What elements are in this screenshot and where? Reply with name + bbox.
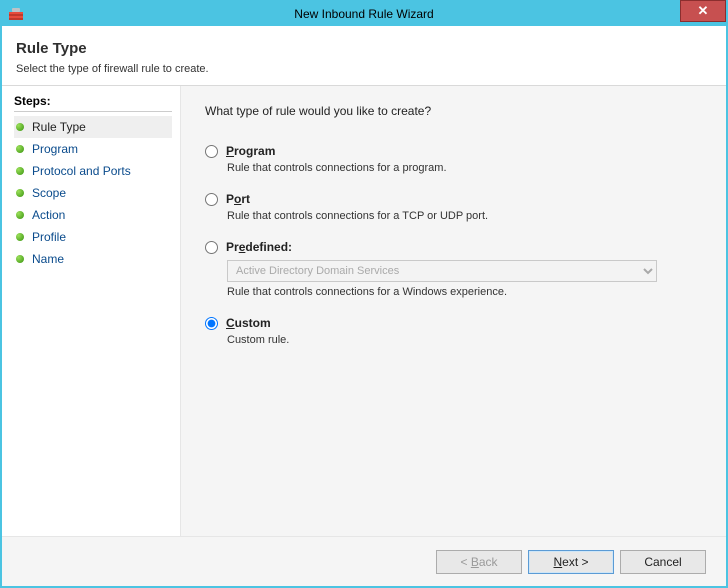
bullet-icon — [16, 123, 24, 131]
option-custom: Custom Custom rule. — [205, 316, 702, 346]
predefined-select[interactable]: Active Directory Domain Services — [227, 260, 657, 282]
step-profile[interactable]: Profile — [14, 226, 180, 248]
option-custom-label: Custom — [226, 316, 271, 330]
steps-list: Rule Type Program Protocol and Ports Sco… — [14, 116, 180, 270]
rule-type-options: Program Rule that controls connections f… — [205, 144, 702, 346]
wizard-window: New Inbound Rule Wizard ✕ Rule Type Sele… — [0, 0, 728, 588]
option-program-row[interactable]: Program — [205, 144, 702, 158]
radio-predefined[interactable] — [205, 241, 218, 254]
wizard-body: Steps: Rule Type Program Protocol and Po… — [2, 86, 726, 536]
option-port-desc: Rule that controls connections for a TCP… — [227, 210, 702, 222]
predefined-select-wrap: Active Directory Domain Services — [227, 260, 702, 282]
step-name[interactable]: Name — [14, 248, 180, 270]
wizard-footer: < Back Next > Cancel — [2, 536, 726, 586]
option-program-label: Program — [226, 144, 275, 158]
step-label: Scope — [32, 186, 66, 200]
step-action[interactable]: Action — [14, 204, 180, 226]
titlebar: New Inbound Rule Wizard ✕ — [2, 2, 726, 26]
steps-sidebar: Steps: Rule Type Program Protocol and Po… — [2, 86, 180, 536]
option-program: Program Rule that controls connections f… — [205, 144, 702, 174]
step-label: Program — [32, 142, 78, 156]
step-protocol-ports[interactable]: Protocol and Ports — [14, 160, 180, 182]
radio-custom[interactable] — [205, 317, 218, 330]
step-label: Profile — [32, 230, 66, 244]
step-label: Action — [32, 208, 65, 222]
cancel-button[interactable]: Cancel — [620, 550, 706, 574]
step-label: Rule Type — [32, 120, 86, 134]
bullet-icon — [16, 189, 24, 197]
option-predefined-label: Predefined: — [226, 240, 292, 254]
close-icon: ✕ — [698, 3, 709, 19]
option-custom-row[interactable]: Custom — [205, 316, 702, 330]
wizard-content: What type of rule would you like to crea… — [180, 86, 726, 536]
bullet-icon — [16, 145, 24, 153]
radio-program[interactable] — [205, 145, 218, 158]
option-predefined-row[interactable]: Predefined: — [205, 240, 702, 254]
option-predefined-desc: Rule that controls connections for a Win… — [227, 286, 702, 298]
option-port: Port Rule that controls connections for … — [205, 192, 702, 222]
content-question: What type of rule would you like to crea… — [205, 104, 702, 118]
option-custom-desc: Custom rule. — [227, 334, 702, 346]
option-port-row[interactable]: Port — [205, 192, 702, 206]
option-program-desc: Rule that controls connections for a pro… — [227, 162, 702, 174]
bullet-icon — [16, 211, 24, 219]
step-program[interactable]: Program — [14, 138, 180, 160]
option-port-label: Port — [226, 192, 250, 206]
bullet-icon — [16, 167, 24, 175]
next-button[interactable]: Next > — [528, 550, 614, 574]
bullet-icon — [16, 233, 24, 241]
step-label: Name — [32, 252, 64, 266]
window-title: New Inbound Rule Wizard — [2, 7, 726, 21]
step-label: Protocol and Ports — [32, 164, 131, 178]
steps-heading: Steps: — [14, 94, 172, 112]
back-button[interactable]: < Back — [436, 550, 522, 574]
bullet-icon — [16, 255, 24, 263]
page-title: Rule Type — [16, 40, 716, 57]
step-rule-type[interactable]: Rule Type — [14, 116, 172, 138]
option-predefined: Predefined: Active Directory Domain Serv… — [205, 240, 702, 298]
close-button[interactable]: ✕ — [680, 0, 726, 22]
wizard-header: Rule Type Select the type of firewall ru… — [2, 26, 726, 86]
page-subtitle: Select the type of firewall rule to crea… — [16, 63, 716, 75]
radio-port[interactable] — [205, 193, 218, 206]
step-scope[interactable]: Scope — [14, 182, 180, 204]
